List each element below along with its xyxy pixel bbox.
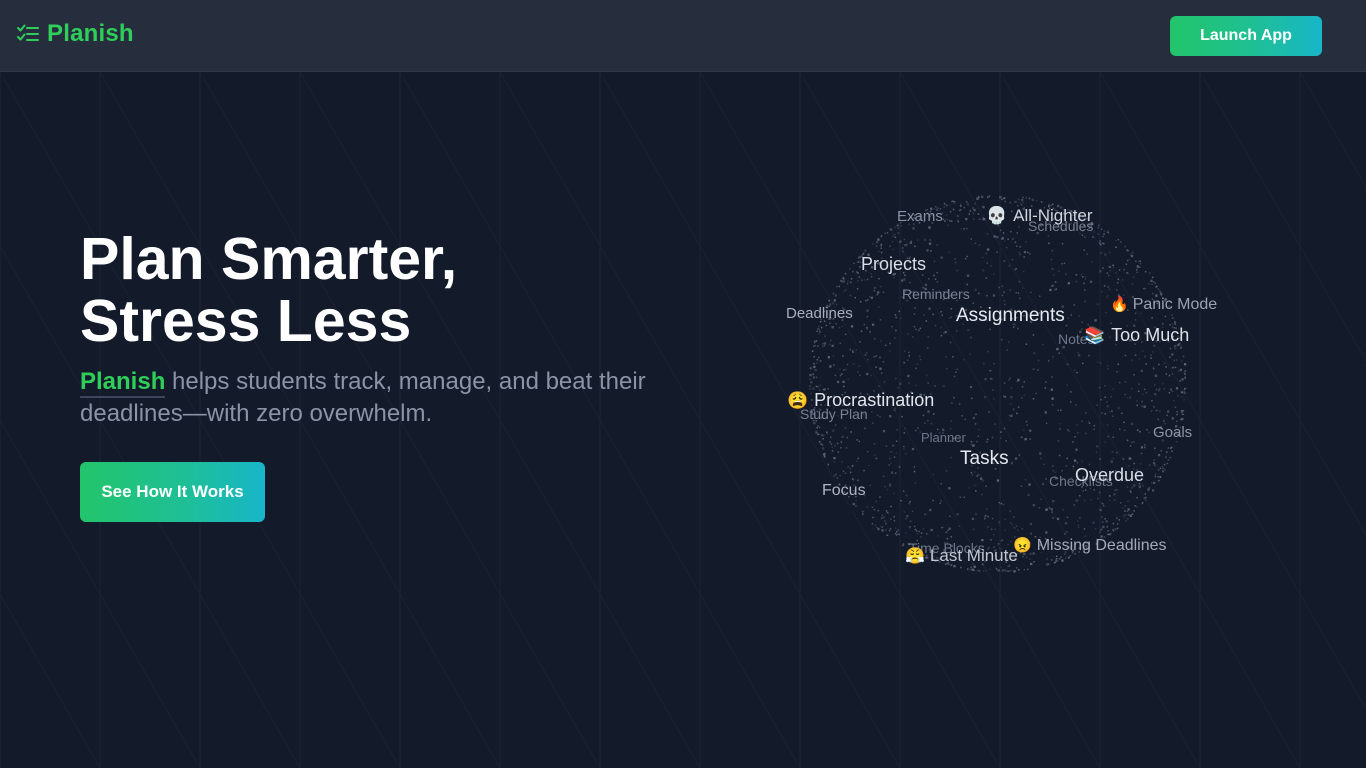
- sphere-label-exams: Exams: [897, 208, 943, 225]
- hero-title-line-2: Stress Less: [80, 288, 412, 354]
- fire-icon: 🔥: [1110, 296, 1129, 313]
- sphere-label-last-minute: 😤 Last Minute: [905, 546, 1018, 566]
- sphere-label-overdue: Overdue: [1075, 465, 1145, 485]
- sphere-label-study-plan: Study Plan: [800, 406, 868, 422]
- hero-title: Plan Smarter, Stress Less: [80, 228, 457, 352]
- sphere-label-panic-mode: 🔥 Panic Mode: [1110, 295, 1217, 314]
- navbar: Planish Launch App: [0, 0, 1366, 72]
- sphere-label-goals: Goals: [1153, 424, 1193, 441]
- sphere-label-deadlines: Deadlines: [786, 305, 853, 322]
- sphere-label-tasks: Tasks: [960, 448, 1009, 469]
- hero-subtitle: Planish helps students track, manage, an…: [80, 366, 660, 430]
- brand-logo[interactable]: Planish: [17, 20, 134, 48]
- steaming-face-icon: 😤: [905, 548, 925, 565]
- sphere-label-missing-deadlines: 😠 Missing Deadlines: [1013, 536, 1167, 555]
- brand-name: Planish: [47, 20, 134, 47]
- sphere-label-focus: Focus: [822, 482, 866, 499]
- sphere-label-planner: Planner: [921, 430, 966, 445]
- skull-icon: 💀: [986, 206, 1008, 225]
- sphere-label-all-nighter-text: All-Nighter: [1013, 206, 1093, 225]
- sphere-label-too-much-text: Too Much: [1111, 325, 1190, 345]
- sphere-label-reminders: Reminders: [902, 286, 970, 302]
- sphere-label-all-nighter: 💀 All-Nighter: [986, 206, 1093, 226]
- books-icon: 📚: [1084, 326, 1106, 345]
- see-how-it-works-button[interactable]: See How It Works: [80, 462, 265, 522]
- sphere-label-panic-mode-text: Panic Mode: [1132, 296, 1218, 313]
- sphere-label-projects: Projects: [861, 254, 927, 274]
- launch-app-button[interactable]: Launch App: [1170, 16, 1322, 56]
- subtitle-brand-link[interactable]: Planish: [80, 368, 166, 398]
- subtitle-text: helps students track, manage, and beat t…: [80, 368, 646, 427]
- sphere-label-assignments: Assignments: [956, 305, 1065, 326]
- hero-title-line-1: Plan Smarter,: [80, 226, 458, 292]
- landing-page: Planish Launch App Plan Smarter, Stress …: [0, 0, 1366, 768]
- sphere-label-too-much: 📚 Too Much: [1084, 325, 1189, 346]
- sphere-label-missing-deadlines-text: Missing Deadlines: [1036, 537, 1167, 554]
- checklist-icon: [17, 24, 39, 41]
- sphere-label-last-minute-text: Last Minute: [929, 546, 1018, 565]
